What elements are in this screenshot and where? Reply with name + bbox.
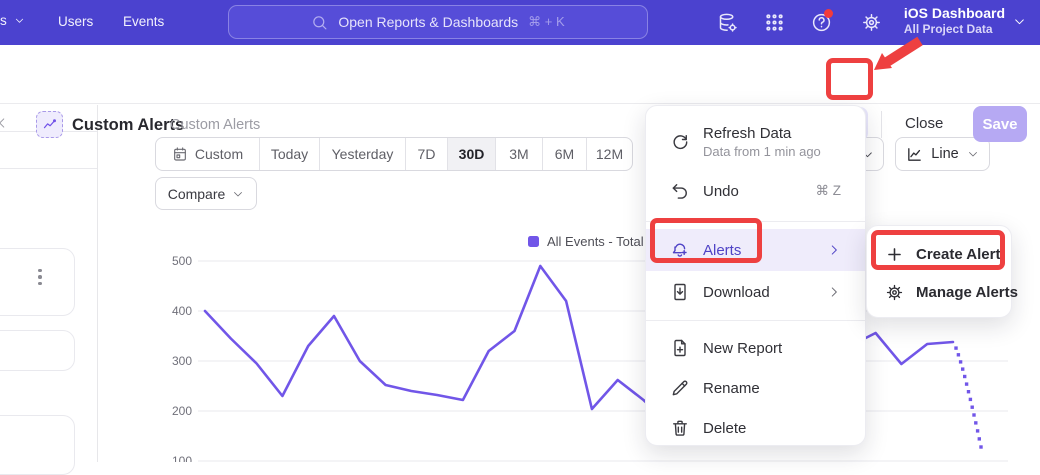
- menu-divider: [646, 320, 865, 321]
- undo-icon: [670, 181, 690, 201]
- submenu-item-manage-alerts[interactable]: Manage Alerts: [867, 273, 1011, 311]
- more-options-menu: Refresh Data Data from 1 min ago Undo ⌘ …: [645, 105, 866, 446]
- download-icon: [670, 282, 690, 302]
- range-label: Custom: [195, 146, 243, 162]
- help-icon[interactable]: [811, 12, 832, 33]
- svg-text:500: 500: [172, 254, 192, 268]
- apps-grid-icon[interactable]: [764, 12, 785, 33]
- notification-badge: [824, 9, 833, 18]
- range-30d-active[interactable]: 30D: [447, 138, 495, 170]
- menu-item-new-report[interactable]: New Report: [646, 328, 865, 368]
- gear-icon: [885, 283, 904, 302]
- range-yesterday[interactable]: Yesterday: [319, 138, 405, 170]
- new-report-icon: [670, 338, 690, 358]
- metric-card[interactable]: [0, 415, 75, 475]
- chart-type-button[interactable]: Line: [895, 137, 990, 171]
- nav-item-partial[interactable]: s: [0, 13, 25, 28]
- project-name: iOS Dashboard: [904, 5, 1005, 22]
- page-title: Custom Alerts: [72, 116, 184, 135]
- search-placeholder: Open Reports & Dashboards: [338, 14, 518, 30]
- undo-shortcut: ⌘ Z: [816, 183, 842, 199]
- chevron-right-icon: [827, 243, 841, 257]
- range-today[interactable]: Today: [259, 138, 319, 170]
- menu-item-rename[interactable]: Rename: [646, 368, 865, 408]
- chevron-down-icon: [967, 148, 979, 160]
- kebab-menu-icon[interactable]: [33, 263, 47, 291]
- range-12m[interactable]: 12M: [586, 138, 632, 170]
- close-button[interactable]: Close: [905, 115, 943, 132]
- global-search-input[interactable]: Open Reports & Dashboards ⌘ + K: [228, 5, 648, 39]
- line-chart-icon: [906, 146, 923, 163]
- svg-text:100: 100: [172, 454, 192, 462]
- top-nav: s Users Events Open Reports & Dashboards…: [0, 0, 1040, 45]
- nav-item-users[interactable]: Users: [58, 14, 93, 29]
- svg-text:200: 200: [172, 404, 192, 418]
- menu-divider: [646, 221, 865, 222]
- sidebar-divider: [0, 168, 97, 169]
- metrics-sidebar: [0, 105, 98, 462]
- nav-item-events[interactable]: Events: [123, 14, 164, 29]
- nav-partial-label: s: [0, 13, 7, 28]
- pencil-icon: [670, 378, 690, 398]
- plus-icon: [885, 245, 904, 264]
- range-7d[interactable]: 7D: [405, 138, 447, 170]
- alerts-submenu: Create Alert Manage Alerts: [866, 225, 1012, 318]
- compare-button[interactable]: Compare: [155, 177, 257, 210]
- back-chevron-icon[interactable]: [0, 116, 9, 130]
- svg-text:400: 400: [172, 304, 192, 318]
- metric-card[interactable]: [0, 248, 75, 316]
- metric-card[interactable]: [0, 330, 75, 371]
- chart-legend[interactable]: All Events - Total: [528, 234, 644, 249]
- legend-swatch: [528, 236, 539, 247]
- project-selector[interactable]: iOS Dashboard All Project Data: [904, 5, 1026, 37]
- submenu-item-create-alert[interactable]: Create Alert: [867, 235, 1011, 273]
- range-6m[interactable]: 6M: [542, 138, 586, 170]
- chevron-right-icon: [827, 285, 841, 299]
- menu-item-undo[interactable]: Undo ⌘ Z: [646, 168, 865, 214]
- menu-item-delete[interactable]: Delete: [646, 408, 865, 446]
- chart-type-label: Line: [931, 146, 958, 162]
- toolbar-divider: [881, 111, 882, 138]
- menu-item-refresh-data[interactable]: Refresh Data Data from 1 min ago: [646, 116, 865, 168]
- report-toolbar: Custom Alerts Custom Alerts GV Duplicate…: [0, 45, 1040, 104]
- trash-icon: [670, 418, 690, 438]
- chevron-down-icon: [14, 15, 25, 26]
- bell-plus-icon: [670, 240, 690, 260]
- date-range-selector: Custom Today Yesterday 7D 30D 3M 6M 12M: [155, 137, 633, 171]
- save-button[interactable]: Save: [973, 106, 1027, 142]
- range-3m[interactable]: 3M: [495, 138, 542, 170]
- chevron-down-icon: [1013, 15, 1026, 28]
- calendar-icon: [172, 146, 188, 162]
- range-custom[interactable]: Custom: [156, 138, 259, 170]
- insights-report-icon: [36, 111, 63, 138]
- breadcrumb: Custom Alerts: [170, 117, 260, 133]
- search-shortcut: ⌘ + K: [528, 14, 565, 30]
- chevron-down-icon: [232, 188, 244, 200]
- menu-item-download[interactable]: Download: [646, 271, 865, 313]
- svg-text:300: 300: [172, 354, 192, 368]
- search-icon: [311, 14, 328, 31]
- project-scope: All Project Data: [904, 22, 1005, 37]
- refresh-icon: [670, 132, 690, 152]
- settings-gear-icon[interactable]: [861, 12, 882, 33]
- data-sources-icon[interactable]: [717, 12, 738, 33]
- menu-item-alerts[interactable]: Alerts: [646, 229, 865, 271]
- legend-label: All Events - Total: [547, 234, 644, 249]
- refresh-freshness-text: Data from 1 min ago: [703, 144, 821, 159]
